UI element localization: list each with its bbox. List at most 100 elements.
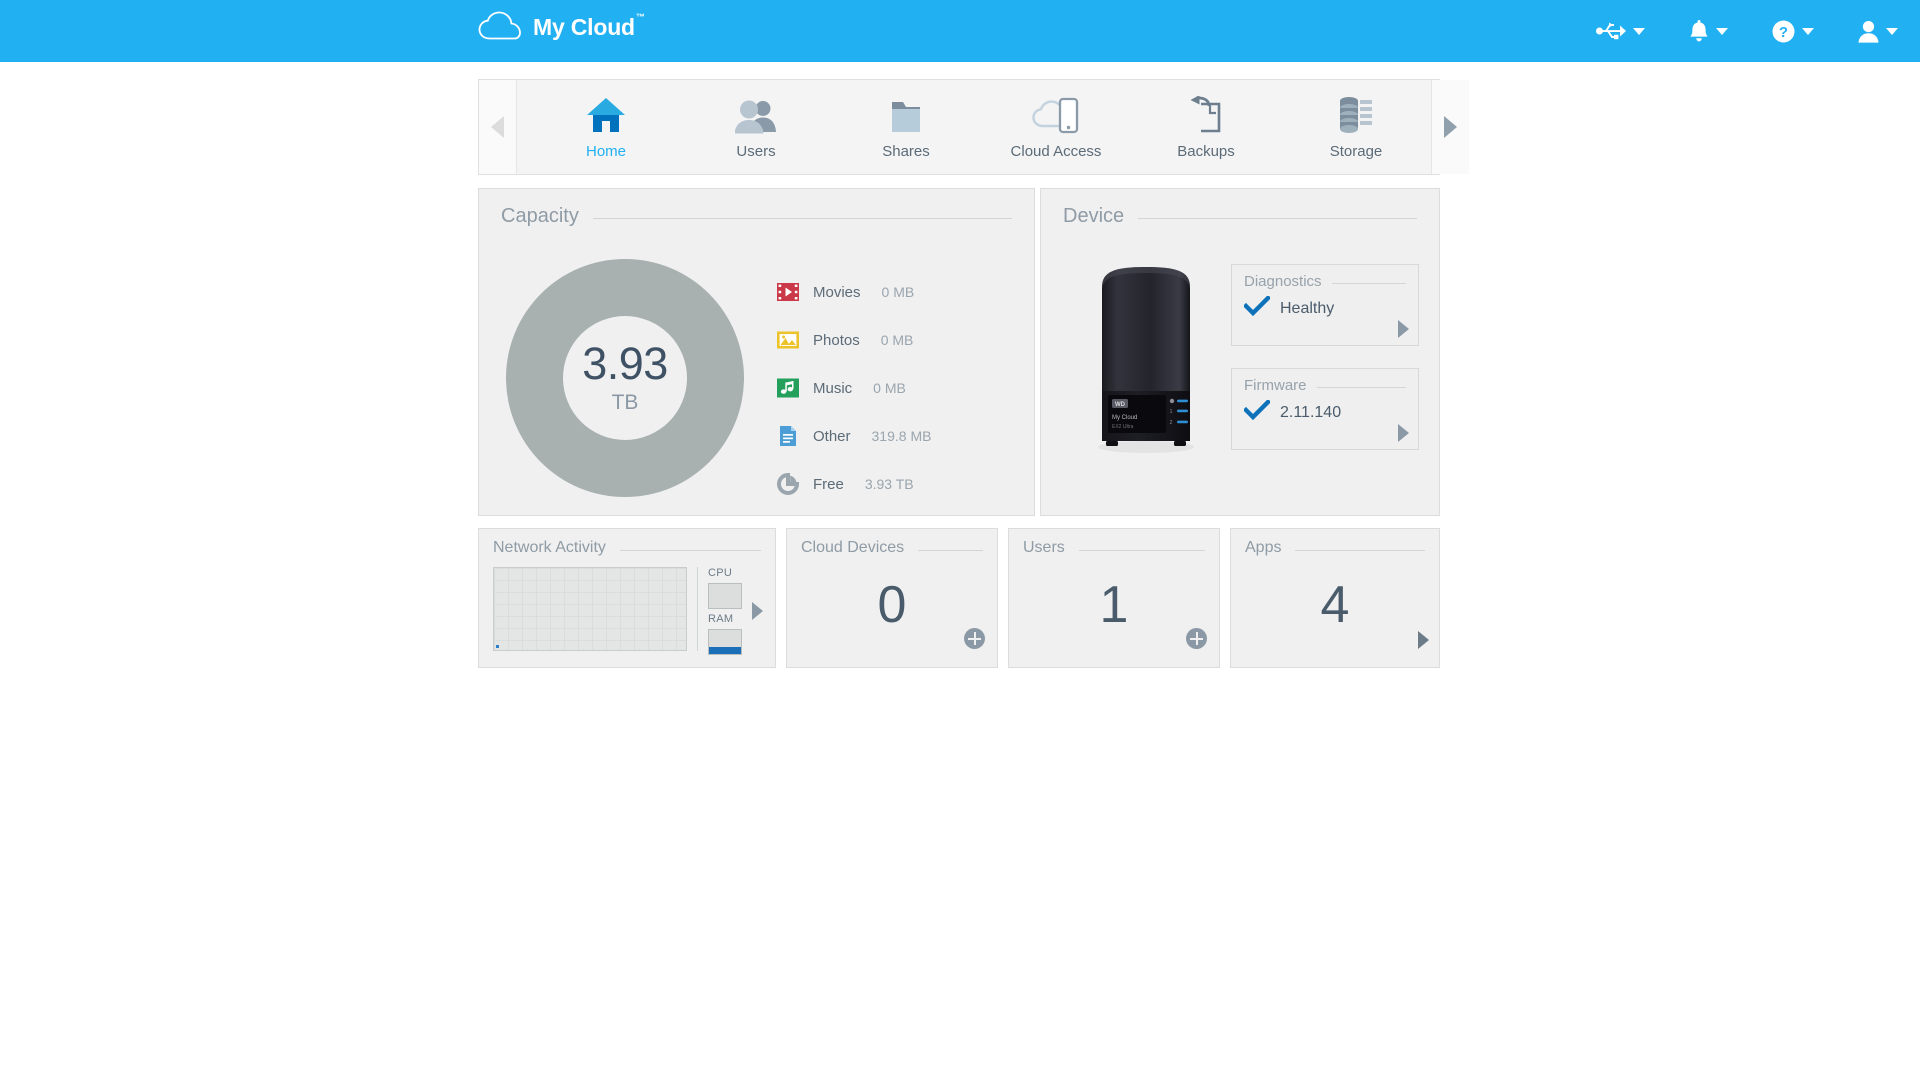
legend-item-music[interactable]: Music 0 MB xyxy=(777,364,1034,412)
header-divider xyxy=(918,550,983,551)
document-icon xyxy=(777,425,799,447)
diagnostics-status-row: Healthy xyxy=(1244,296,1406,321)
network-activity-title: Network Activity xyxy=(493,539,606,557)
usb-menu-button[interactable] xyxy=(1574,0,1667,62)
users-count-body: 1 xyxy=(1009,557,1219,653)
chevron-down-icon xyxy=(1802,28,1814,35)
nav-item-home[interactable]: Home xyxy=(531,79,681,175)
svg-text:My Cloud: My Cloud xyxy=(1112,415,1137,421)
apps-details-arrow-icon[interactable] xyxy=(1418,631,1429,649)
user-account-menu-button[interactable] xyxy=(1836,0,1920,62)
nav-label-users: Users xyxy=(736,143,775,160)
apps-count-body: 4 xyxy=(1231,557,1439,653)
cloud-devices-header: Cloud Devices xyxy=(787,529,997,557)
film-icon xyxy=(777,281,799,303)
header-divider xyxy=(1317,387,1407,388)
header-divider xyxy=(1138,218,1417,219)
nav-label-shares: Shares xyxy=(882,143,930,160)
diagnostics-header: Diagnostics xyxy=(1244,273,1406,290)
svg-text:EX2 Ultra: EX2 Ultra xyxy=(1112,424,1134,430)
chevron-down-icon xyxy=(1633,28,1645,35)
cloud-mobile-icon xyxy=(1032,94,1080,134)
legend-item-photos[interactable]: Photos 0 MB xyxy=(777,316,1034,364)
donut-center: 3.93 TB xyxy=(563,316,687,440)
user-account-icon xyxy=(1858,20,1879,43)
cloud-devices-body: 0 xyxy=(787,557,997,653)
firmware-details-arrow-icon[interactable] xyxy=(1398,424,1409,442)
backup-icon xyxy=(1187,94,1225,134)
network-activity-graph[interactable] xyxy=(493,567,687,651)
header-icon-group: ? xyxy=(1574,0,1920,62)
capacity-total-value: 3.93 xyxy=(582,341,668,386)
legend-value-music: 0 MB xyxy=(873,380,906,396)
nav-label-backups: Backups xyxy=(1177,143,1235,160)
capacity-donut-chart: 3.93 TB xyxy=(479,248,771,508)
network-activity-panel: Network Activity CPU RAM xyxy=(478,528,776,668)
legend-label-other: Other xyxy=(813,428,851,445)
nav-item-cloud-access[interactable]: Cloud Access xyxy=(981,79,1131,175)
firmware-card[interactable]: Firmware 2.11.140 xyxy=(1231,368,1419,450)
header-divider xyxy=(593,218,1012,219)
header-divider xyxy=(1332,283,1406,284)
nas-device-image: WD My Cloud EX2 Ultra 1 2 xyxy=(1061,246,1231,472)
users-count-value: 1 xyxy=(1100,579,1129,631)
chevron-down-icon xyxy=(1716,28,1728,35)
legend-item-movies[interactable]: Movies 0 MB xyxy=(777,268,1034,316)
header-divider xyxy=(1079,550,1205,551)
checkmark-icon xyxy=(1244,296,1270,321)
cloud-devices-title: Cloud Devices xyxy=(801,539,904,557)
device-status-cards: Diagnostics Healthy Firmware xyxy=(1231,246,1419,472)
help-menu-button[interactable]: ? xyxy=(1750,0,1836,62)
nav-item-list: Home Users Shares xyxy=(517,80,1431,174)
legend-value-photos: 0 MB xyxy=(881,332,914,348)
diagnostics-card[interactable]: Diagnostics Healthy xyxy=(1231,264,1419,346)
checkmark-icon xyxy=(1244,400,1270,425)
storage-icon xyxy=(1338,94,1374,134)
device-panel-header: Device xyxy=(1041,189,1439,228)
nav-item-shares[interactable]: Shares xyxy=(831,79,981,175)
legend-value-movies: 0 MB xyxy=(882,284,915,300)
add-cloud-device-button[interactable] xyxy=(964,628,985,649)
cloud-devices-panel: Cloud Devices 0 xyxy=(786,528,998,668)
nav-scroll-right-button[interactable] xyxy=(1431,80,1469,174)
nav-item-users[interactable]: Users xyxy=(681,79,831,175)
ram-meter xyxy=(708,629,742,655)
resource-meters: CPU RAM xyxy=(708,567,742,655)
legend-item-other[interactable]: Other 319.8 MB xyxy=(777,412,1034,460)
firmware-header: Firmware xyxy=(1244,377,1406,394)
main-navigation: Home Users Shares xyxy=(478,79,1440,175)
legend-value-other: 319.8 MB xyxy=(872,428,932,444)
svg-text:2: 2 xyxy=(1170,420,1173,426)
firmware-version-text: 2.11.140 xyxy=(1280,404,1341,422)
cloud-logo-icon xyxy=(478,11,522,41)
network-activity-details-arrow-icon[interactable] xyxy=(752,602,763,620)
brand-logo[interactable]: My Cloud™ xyxy=(478,11,644,41)
users-count-title: Users xyxy=(1023,539,1065,557)
vertical-divider xyxy=(697,567,698,651)
device-body: WD My Cloud EX2 Ultra 1 2 Diagnostics xyxy=(1041,228,1439,472)
firmware-title: Firmware xyxy=(1244,377,1307,394)
header-divider xyxy=(620,550,761,551)
folder-icon xyxy=(886,94,926,134)
apps-count-panel: Apps 4 xyxy=(1230,528,1440,668)
add-user-button[interactable] xyxy=(1186,628,1207,649)
diagnostics-status-text: Healthy xyxy=(1280,300,1334,318)
capacity-total-unit: TB xyxy=(612,391,639,415)
notifications-menu-button[interactable] xyxy=(1667,0,1750,62)
donut-ring: 3.93 TB xyxy=(506,259,744,497)
graph-data-point xyxy=(496,645,499,648)
nav-scroll-left-button[interactable] xyxy=(479,80,517,174)
svg-text:1: 1 xyxy=(1170,409,1173,415)
legend-item-free[interactable]: Free 3.93 TB xyxy=(777,460,1034,508)
home-icon xyxy=(586,94,626,134)
users-count-panel: Users 1 xyxy=(1008,528,1220,668)
legend-label-free: Free xyxy=(813,476,844,493)
apps-count-value: 4 xyxy=(1321,579,1350,631)
nav-item-storage[interactable]: Storage xyxy=(1281,79,1431,175)
nav-item-backups[interactable]: Backups xyxy=(1131,79,1281,175)
diagnostics-details-arrow-icon[interactable] xyxy=(1398,320,1409,338)
usb-icon xyxy=(1596,21,1626,41)
apps-count-header: Apps xyxy=(1231,529,1439,557)
pie-icon xyxy=(777,473,799,495)
legend-value-free: 3.93 TB xyxy=(865,476,914,492)
